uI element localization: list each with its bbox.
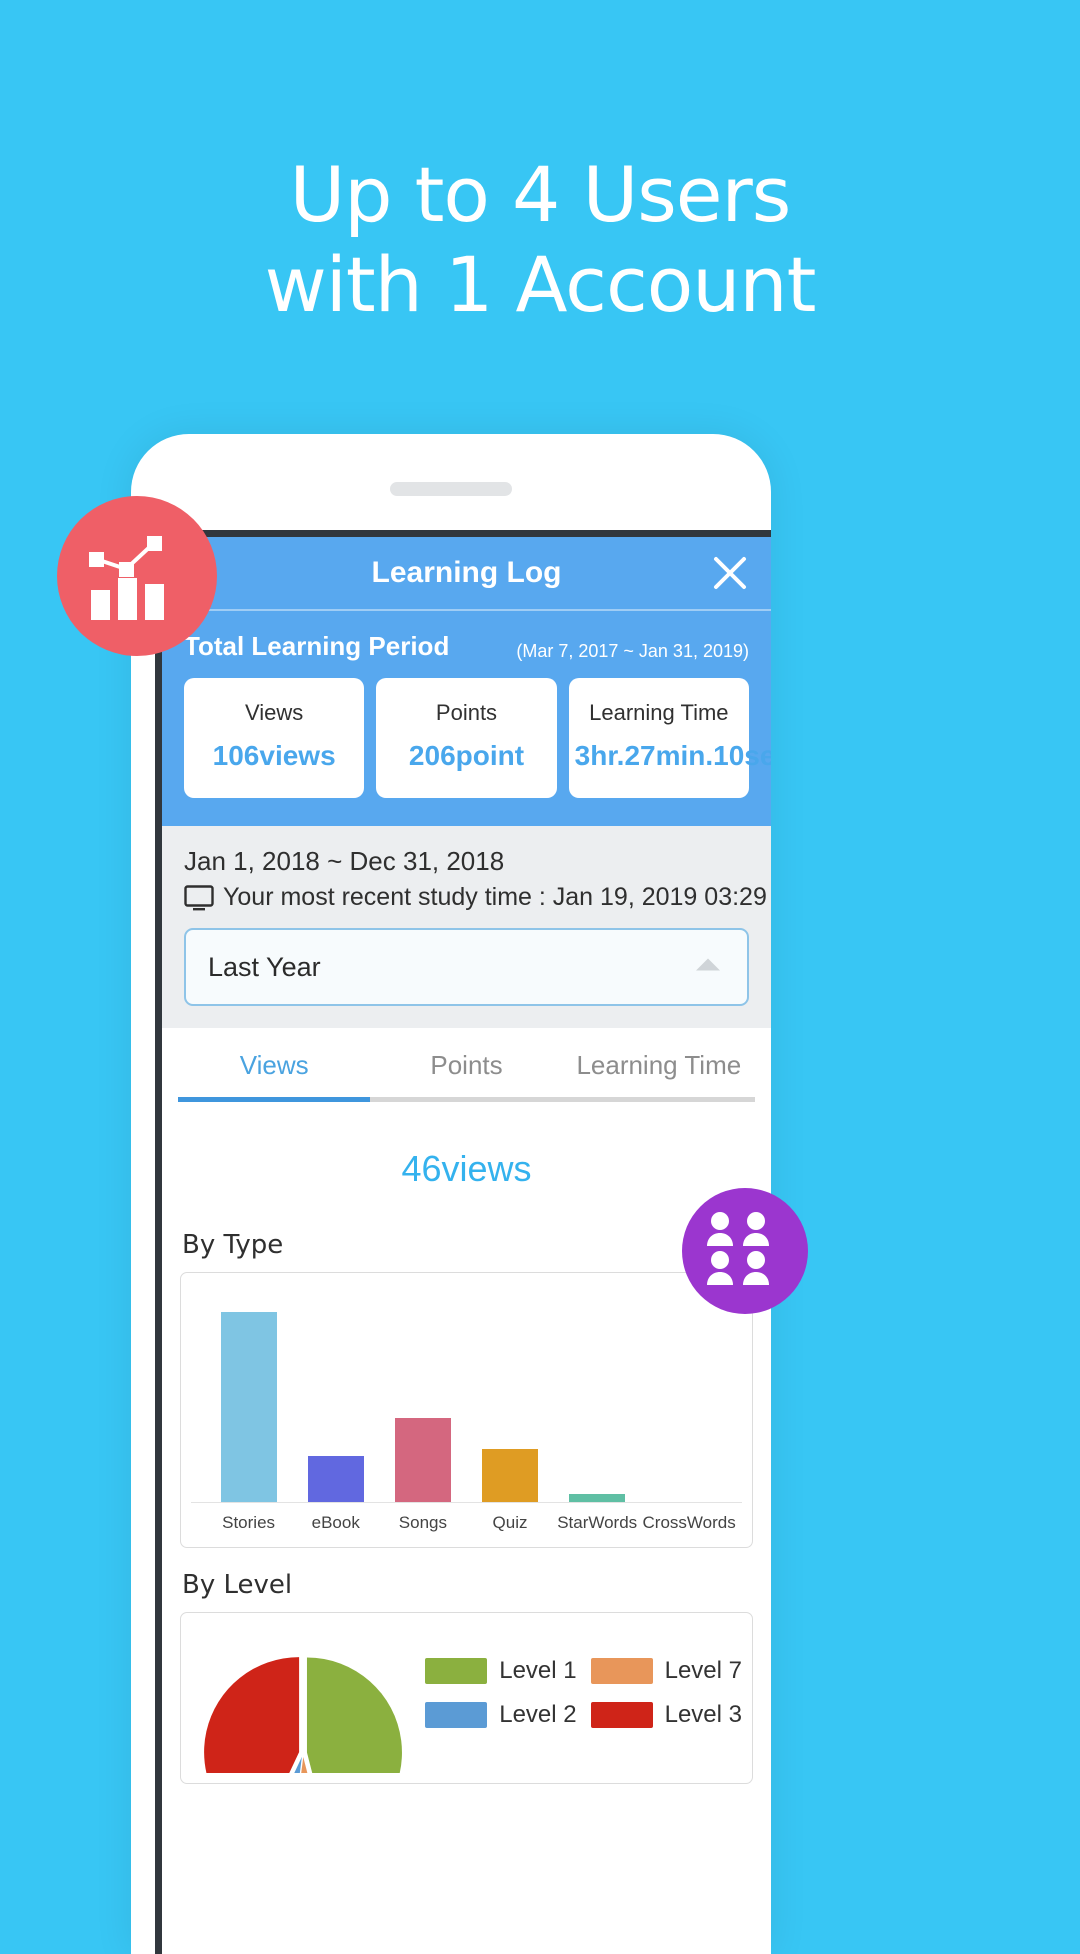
by-type-panel: Stories eBook Songs Quiz StarWords CrossWords <box>180 1272 753 1548</box>
total-learning-summary: Total Learning Period (Mar 7, 2017 ~ Jan… <box>162 609 771 826</box>
card-label: Views <box>245 700 304 725</box>
by-level-pie-row: Level 1 Level 7 Level 2 Level 3 <box>191 1631 742 1773</box>
page-title: Learning Log <box>371 556 562 589</box>
legend-item: Level 7 <box>590 1657 742 1685</box>
legend-item: Level 3 <box>590 1701 742 1729</box>
recent-study-label: Your most recent study time : Jan 19, 20… <box>223 883 767 911</box>
section-by-type: By Type Stories eBook Songs Quiz StarWords Cr… <box>162 1230 771 1564</box>
legend-swatch <box>590 1658 653 1684</box>
tab-total-value: 46views <box>162 1102 771 1224</box>
card-label: Points <box>435 700 498 725</box>
bar-label: StarWords <box>557 1513 638 1532</box>
period-range: Jan 1, 2018 ~ Dec 31, 2018 <box>184 846 505 876</box>
monitor-icon <box>184 884 214 911</box>
pie-chart-holder <box>191 1643 415 1773</box>
tab-points[interactable]: Points <box>370 1028 563 1102</box>
by-type-axis-labels: Stories eBook Songs Quiz StarWords CrossWords <box>191 1503 742 1537</box>
bar <box>394 1418 451 1502</box>
legend-label: Level 1 <box>499 1657 577 1684</box>
legend-item: Level 1 <box>425 1657 577 1685</box>
legend-swatch <box>590 1702 653 1728</box>
summary-card-points: Points 206point <box>376 678 557 798</box>
bar <box>569 1494 626 1502</box>
legend-label: Level 3 <box>664 1701 742 1728</box>
bar-column <box>294 1291 378 1502</box>
close-icon[interactable] <box>707 550 753 596</box>
legend-swatch <box>425 1702 488 1728</box>
bar-label: CrossWords <box>642 1513 736 1532</box>
bar-label: Stories <box>222 1513 276 1532</box>
app-titlebar: Learning Log <box>162 537 771 609</box>
section-heading-by-level: By Level <box>182 1570 293 1600</box>
period-block: Jan 1, 2018 ~ Dec 31, 2018 Your most rec… <box>162 826 771 1028</box>
four-users-icon <box>682 1188 808 1314</box>
promo-headline: Up to 4 Users with 1 Account <box>0 150 1080 329</box>
legend-swatch <box>425 1658 488 1684</box>
section-heading-by-type: By Type <box>182 1230 284 1260</box>
legend-label: Level 2 <box>499 1701 577 1728</box>
promo-headline-line1: Up to 4 Users <box>289 150 792 239</box>
section-by-level: By Level Level 1 Level 7 Level 2 Level 3 <box>162 1570 771 1800</box>
tab-views[interactable]: Views <box>178 1028 371 1102</box>
summary-card-views: Views 106views <box>184 678 365 798</box>
pie-legend: Level 1 Level 7 Level 2 Level 3 <box>425 1643 742 1729</box>
summary-header: Total Learning Period (Mar 7, 2017 ~ Jan… <box>184 631 749 662</box>
period-select[interactable]: Last Year <box>184 928 749 1006</box>
by-level-panel: Level 1 Level 7 Level 2 Level 3 <box>180 1612 753 1784</box>
legend-label: Level 7 <box>664 1657 742 1684</box>
line-bar-chart-icon <box>57 496 217 656</box>
by-type-bar-chart <box>191 1291 742 1503</box>
card-value: 206point <box>408 740 525 771</box>
bar-column <box>468 1291 552 1502</box>
summary-card-learning-time: Learning Time 3hr.27min.10sec <box>568 678 771 798</box>
recent-study-row: Your most recent study time : Jan 19, 20… <box>184 883 767 912</box>
bar-label: Quiz <box>492 1513 528 1532</box>
caret-up-icon[interactable] <box>695 957 721 978</box>
bar-column <box>643 1291 727 1502</box>
bar-column <box>555 1291 639 1502</box>
bar-label: eBook <box>311 1513 360 1532</box>
pie-chart <box>204 1657 402 1773</box>
promo-headline-line2: with 1 Account <box>264 239 817 329</box>
phone-speaker <box>390 482 512 496</box>
metric-tabs: Views Points Learning Time <box>162 1028 771 1102</box>
legend-item: Level 2 <box>425 1701 577 1729</box>
card-value: 3hr.27min.10sec <box>574 740 771 771</box>
period-select-value: Last Year <box>208 951 321 982</box>
phone-mockup: Learning Log Total Learning Period (Mar … <box>131 434 771 1954</box>
card-label: Learning Time <box>589 700 729 725</box>
bar <box>220 1311 277 1502</box>
tab-learning-time[interactable]: Learning Time <box>562 1028 755 1102</box>
summary-cards: Views 106views Points 206point Learning … <box>184 678 771 798</box>
summary-date-range: (Mar 7, 2017 ~ Jan 31, 2019) <box>516 641 749 661</box>
bar-column <box>381 1291 465 1502</box>
app-screen: Learning Log Total Learning Period (Mar … <box>155 530 771 1954</box>
card-value: 106views <box>212 740 336 771</box>
bar-column <box>207 1291 291 1502</box>
bar-label: Songs <box>398 1513 447 1532</box>
pie-slice <box>204 1657 300 1773</box>
summary-label: Total Learning Period <box>184 631 450 661</box>
bar <box>307 1456 364 1502</box>
pie-slice <box>307 1657 402 1773</box>
bar <box>482 1448 539 1502</box>
